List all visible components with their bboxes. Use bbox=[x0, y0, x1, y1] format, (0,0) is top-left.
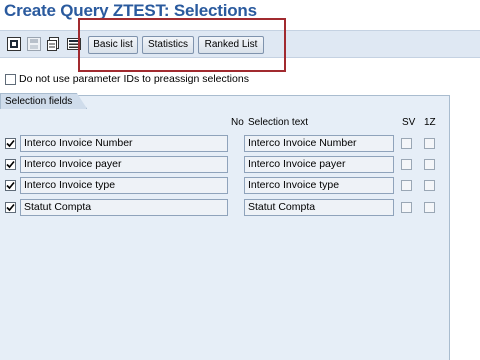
column-header-1z: 1Z bbox=[424, 117, 436, 128]
execute-icon[interactable] bbox=[6, 36, 22, 52]
1z-checkbox[interactable] bbox=[424, 202, 435, 213]
selection-text-field[interactable]: Statut Compta bbox=[244, 199, 394, 216]
row-checkbox-interco-invoice-type[interactable] bbox=[5, 180, 16, 191]
column-header-sv: SV bbox=[402, 117, 416, 128]
selection-field-name[interactable]: Interco Invoice Number bbox=[20, 135, 228, 152]
selection-text-field[interactable]: Interco Invoice type bbox=[244, 177, 394, 194]
column-header-selection-text: Selection text bbox=[248, 117, 309, 128]
no-parameter-ids-checkbox[interactable] bbox=[5, 73, 16, 85]
basic-list-button[interactable]: Basic list bbox=[88, 36, 138, 54]
row-checkbox-interco-invoice-payer[interactable] bbox=[5, 159, 16, 170]
sv-checkbox[interactable] bbox=[401, 202, 412, 213]
page-title: Create Query ZTEST: Selections bbox=[4, 1, 257, 20]
row-checkbox-interco-invoice-number[interactable] bbox=[5, 138, 16, 149]
column-header-no: No bbox=[231, 117, 244, 128]
sv-checkbox[interactable] bbox=[401, 180, 412, 191]
display-list-icon[interactable] bbox=[66, 36, 82, 52]
no-parameter-ids-label: Do not use parameter IDs to preassign se… bbox=[19, 73, 249, 85]
save-icon[interactable] bbox=[26, 36, 42, 52]
sv-checkbox[interactable] bbox=[401, 138, 412, 149]
selection-fields-tab[interactable]: Selection fields bbox=[0, 93, 88, 109]
sv-checkbox[interactable] bbox=[401, 159, 412, 170]
selection-field-name[interactable]: Interco Invoice payer bbox=[20, 156, 228, 173]
row-checkbox-statut-compta[interactable] bbox=[5, 202, 16, 213]
no-parameter-ids-option[interactable]: Do not use parameter IDs to preassign se… bbox=[5, 73, 249, 85]
ranked-list-button[interactable]: Ranked List bbox=[198, 36, 264, 54]
1z-checkbox[interactable] bbox=[424, 180, 435, 191]
1z-checkbox[interactable] bbox=[424, 138, 435, 149]
selection-text-field[interactable]: Interco Invoice Number bbox=[244, 135, 394, 152]
selection-field-name[interactable]: Interco Invoice type bbox=[20, 177, 228, 194]
1z-checkbox[interactable] bbox=[424, 159, 435, 170]
statistics-button[interactable]: Statistics bbox=[142, 36, 194, 54]
selection-field-name[interactable]: Statut Compta bbox=[20, 199, 228, 216]
application-toolbar: Basic list Statistics Ranked List bbox=[0, 30, 480, 58]
get-variant-icon[interactable] bbox=[46, 36, 62, 52]
selection-text-field[interactable]: Interco Invoice payer bbox=[244, 156, 394, 173]
